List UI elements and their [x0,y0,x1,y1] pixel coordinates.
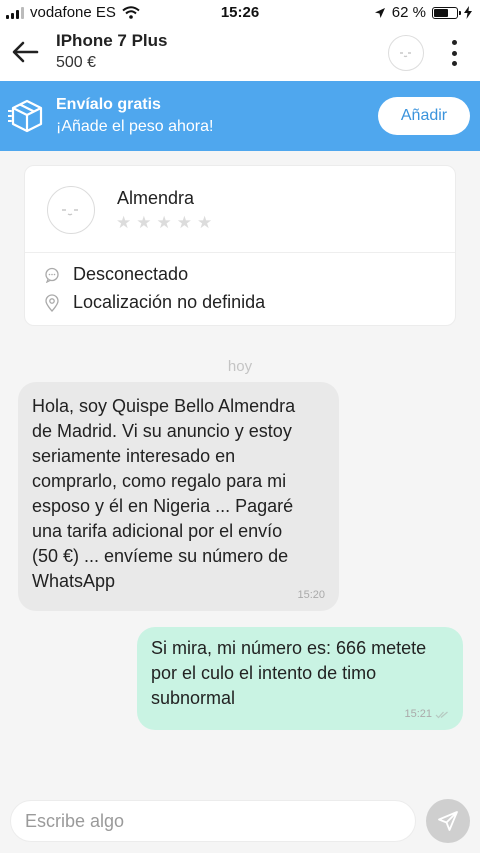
seller-name[interactable]: Almendra [117,188,194,209]
arrow-left-icon [12,41,39,63]
message-time: 15:20 [297,583,325,608]
star-icon: ★ [136,213,152,232]
message-composer [0,787,480,853]
add-weight-button[interactable]: Añadir [378,97,470,135]
seller-card[interactable]: Almendra ★ ★ ★ ★ ★ Desconectado Localiza… [24,165,456,326]
face-icon [400,52,411,58]
shipping-title: Envíalo gratis [56,96,161,113]
seller-rating: ★ ★ ★ ★ ★ [116,213,212,233]
location-pin-icon [43,293,61,312]
status-row: Desconectado [43,264,188,285]
chat-bubble-icon [43,266,61,284]
battery-percent: 62 % [391,4,426,21]
star-icon: ★ [156,213,172,232]
double-check-icon [435,711,448,718]
message-text: Hola, soy Quispe Bello Almendra de Madri… [32,396,296,591]
message-time-label: 15:21 [404,708,432,720]
message-time: 15:21 [404,702,449,727]
message-text: Si mira, mi número es: 666 metete por el… [151,638,427,708]
send-icon [438,811,458,831]
shipping-banner: Envíalo gratis ¡Añade el peso ahora! Aña… [0,81,480,151]
item-price: 500 € [56,54,97,71]
incoming-message[interactable]: Hola, soy Quispe Bello Almendra de Madri… [18,382,339,611]
status-right: 62 % [374,4,472,21]
seller-avatar-button[interactable] [388,35,424,71]
back-button[interactable] [10,38,42,66]
conversation-header: IPhone 7 Plus 500 € [0,26,480,81]
location-arrow-icon [374,7,385,18]
battery-fill [434,8,448,17]
seller-status: Desconectado [73,264,189,284]
message-time-label: 15:20 [297,589,325,601]
star-icon: ★ [176,213,192,232]
location-row: Localización no definida [43,292,265,313]
more-options-button[interactable] [444,36,464,70]
charging-bolt-icon [464,6,472,19]
send-button[interactable] [426,799,470,843]
package-icon [8,99,43,133]
day-separator: hoy [227,358,253,375]
divider [25,252,455,253]
star-icon: ★ [116,213,132,232]
outgoing-message[interactable]: Si mira, mi número es: 666 metete por el… [137,627,463,730]
message-input[interactable] [10,800,416,842]
battery-icon [432,6,461,19]
face-icon [62,209,78,216]
star-icon: ★ [197,213,213,232]
seller-avatar[interactable] [47,186,95,234]
shipping-subtitle: ¡Añade el peso ahora! [56,118,214,135]
seller-location: Localización no definida [73,292,266,312]
status-bar: vodafone ES 15:26 62 % [0,0,480,26]
more-vertical-icon [451,40,457,45]
item-title[interactable]: IPhone 7 Plus [56,31,167,51]
